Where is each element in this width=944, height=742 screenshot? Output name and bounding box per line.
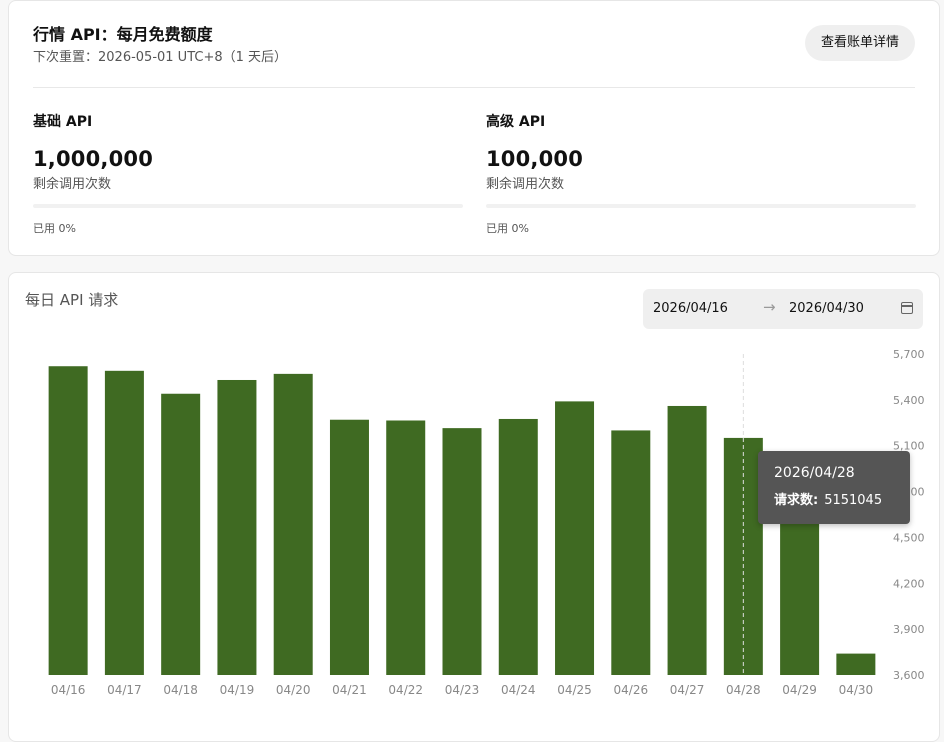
x-tick-label: 04/24: [501, 683, 536, 697]
bar[interactable]: [161, 393, 201, 675]
x-tick-label: 04/26: [614, 683, 649, 697]
x-tick-label: 04/17: [107, 683, 142, 697]
bar[interactable]: [386, 420, 426, 675]
bar[interactable]: [329, 419, 369, 675]
bar[interactable]: [555, 401, 595, 675]
x-tick-label: 04/20: [276, 683, 311, 697]
y-tick-label: 4,200: [893, 577, 925, 590]
bar[interactable]: [611, 430, 651, 675]
bar[interactable]: [217, 379, 257, 675]
bar[interactable]: [442, 428, 482, 675]
bar[interactable]: [104, 370, 144, 675]
x-tick-label: 04/19: [220, 683, 255, 697]
x-tick-label: 04/29: [782, 683, 817, 697]
bar[interactable]: [667, 405, 707, 675]
bar-chart: 5,7005,4005,1004,8004,5004,2003,9003,600…: [48, 348, 925, 697]
tooltip-row: 请求数: 5151045: [774, 489, 894, 508]
y-tick-label: 3,900: [893, 623, 925, 636]
x-tick-label: 04/22: [388, 683, 423, 697]
x-tick-label: 04/28: [726, 683, 761, 697]
y-tick-label: 4,500: [893, 531, 925, 544]
x-tick-label: 04/27: [670, 683, 705, 697]
x-tick-label: 04/23: [445, 683, 480, 697]
x-tick-label: 04/30: [839, 683, 874, 697]
x-tick-label: 04/21: [332, 683, 367, 697]
y-tick-label: 3,600: [893, 669, 925, 682]
x-tick-label: 04/25: [557, 683, 592, 697]
chart-tooltip: 2026/04/28 请求数: 5151045: [758, 451, 910, 524]
bar[interactable]: [498, 418, 538, 675]
y-tick-label: 5,400: [893, 394, 925, 407]
bar[interactable]: [48, 366, 88, 675]
x-tick-label: 04/16: [51, 683, 86, 697]
tooltip-label: 请求数:: [774, 493, 819, 508]
tooltip-date: 2026/04/28: [774, 465, 855, 481]
y-tick-label: 5,700: [893, 348, 925, 361]
x-tick-label: 04/18: [163, 683, 198, 697]
tooltip-value: 5151045: [824, 493, 883, 508]
bar[interactable]: [836, 653, 876, 675]
bar[interactable]: [273, 373, 313, 675]
